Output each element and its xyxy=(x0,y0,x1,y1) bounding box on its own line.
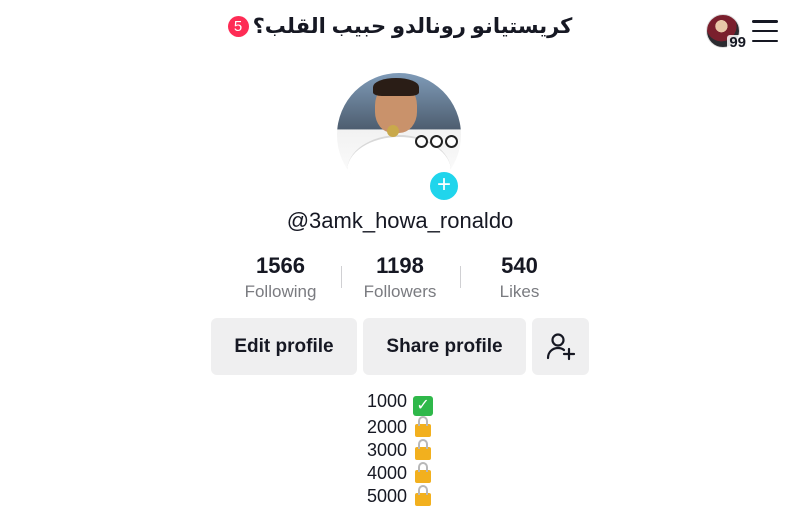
add-user-icon xyxy=(546,332,575,360)
edit-profile-button[interactable]: Edit profile xyxy=(211,318,357,375)
medal-icon xyxy=(387,125,399,137)
more-dots-icon xyxy=(415,135,458,148)
add-story-button[interactable]: + xyxy=(428,170,460,202)
bio-line: 3000 xyxy=(0,439,800,462)
stats-row: 1566 Following 1198 Followers 540 Likes xyxy=(221,252,579,304)
profile-actions: Edit profile Share profile xyxy=(211,318,589,375)
stat-likes[interactable]: 540 Likes xyxy=(460,252,579,304)
page-title[interactable]: كريستيانو رونالدو حبيب القلب؟ xyxy=(253,14,573,39)
bio-line: 4000 xyxy=(0,462,800,485)
lock-icon xyxy=(415,439,432,460)
username: @3amk_howa_ronaldo xyxy=(286,208,514,233)
share-profile-button[interactable]: Share profile xyxy=(363,318,526,375)
profile-views-count: 99 xyxy=(727,34,748,51)
lock-icon xyxy=(415,462,432,483)
stat-label: Following xyxy=(244,282,317,301)
add-friend-button[interactable] xyxy=(532,318,589,375)
bio-line: 2000 xyxy=(0,416,800,439)
stat-following[interactable]: 1566 Following xyxy=(221,252,340,304)
profile-page: 5 كريستيانو رونالدو حبيب القلب؟ 99 + @3a… xyxy=(0,0,800,526)
profile-views-avatar[interactable]: 99 xyxy=(706,14,748,50)
top-right-controls: 99 xyxy=(706,14,778,50)
bio-line: 5000 xyxy=(0,485,800,508)
lock-icon xyxy=(415,485,432,506)
notification-badge[interactable]: 5 xyxy=(227,16,249,37)
bio-line: 1000 ✓ xyxy=(0,390,800,416)
bio: 1000 ✓ 2000 3000 4000 5000 xyxy=(0,390,800,508)
stat-label: Followers xyxy=(363,282,437,301)
check-icon: ✓ xyxy=(413,396,434,416)
stat-value: 1566 xyxy=(256,253,305,278)
lock-icon xyxy=(415,416,432,437)
stat-value: 540 xyxy=(501,253,538,278)
stat-value: 1198 xyxy=(376,253,424,278)
header: 5 كريستيانو رونالدو حبيب القلب؟ xyxy=(0,14,800,39)
menu-icon[interactable] xyxy=(752,20,778,42)
stat-followers[interactable]: 1198 Followers xyxy=(340,252,460,304)
stat-label: Likes xyxy=(499,282,540,301)
